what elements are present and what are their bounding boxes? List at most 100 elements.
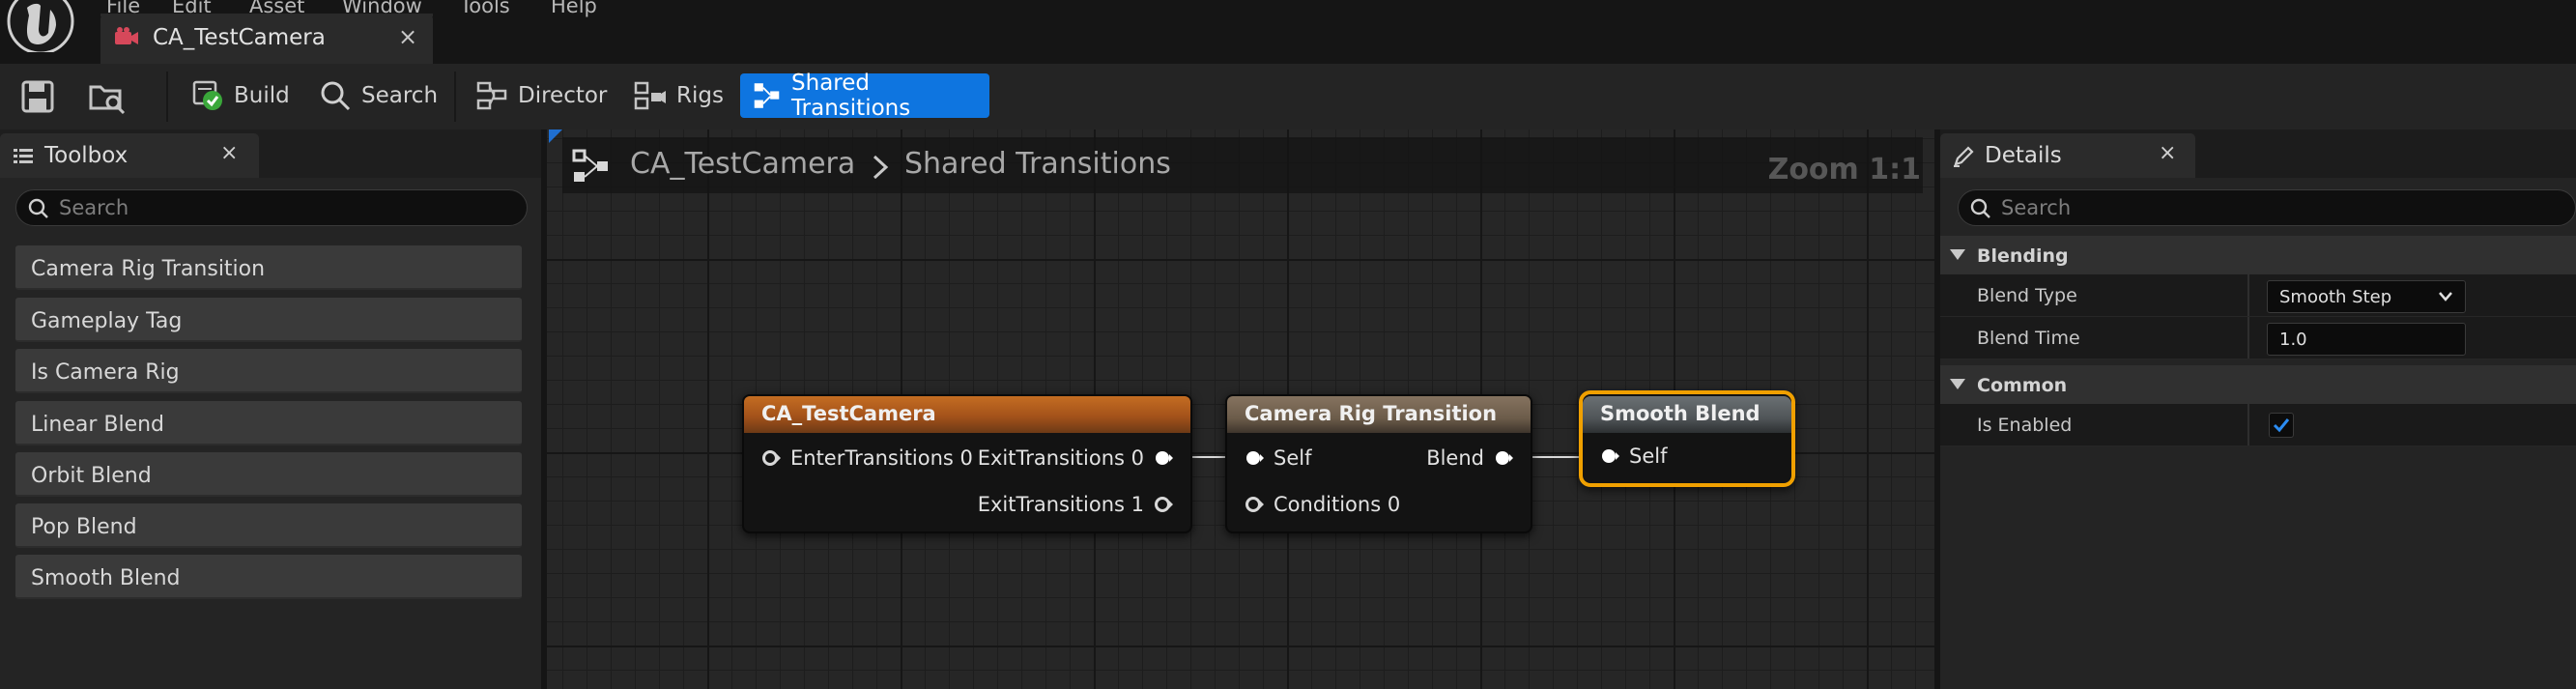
property-column-divider[interactable] [2247, 317, 2249, 359]
pin-exit-transitions-0[interactable]: ExitTransitions 0 [978, 446, 1173, 470]
pin-exit-transitions-1-label: ExitTransitions 1 [977, 493, 1144, 516]
search-icon [28, 198, 48, 218]
category-common-label: Common [1977, 375, 2068, 396]
pin-self[interactable]: Self [1245, 446, 1311, 470]
toolbar-separator [454, 72, 456, 122]
pin-smooth-blend-self-label: Self [1629, 445, 1668, 468]
node-camera-asset[interactable]: CA_TestCamera EnterTransitions 0 ExitTra… [742, 394, 1192, 533]
graph-canvas[interactable]: CA_TestCamera Shared Transitions Zoom 1:… [547, 129, 1934, 689]
toolbar: Build Search Director Rigs Shared Transi… [0, 64, 2576, 129]
browse-to-asset-icon[interactable] [87, 77, 128, 116]
camera-asset-icon [115, 27, 138, 44]
category-common[interactable]: Common [1940, 365, 2576, 404]
node-smooth-blend[interactable]: Smooth Blend Self [1579, 390, 1795, 487]
property-blend-type: Blend Type Smooth Step [1940, 274, 2576, 317]
tab-accent [100, 14, 433, 16]
toolbox-body: Camera Rig Transition Gameplay Tag Is Ca… [0, 178, 541, 689]
toolbox-item-smooth-blend[interactable]: Smooth Blend [15, 555, 522, 599]
director-button[interactable]: Director [464, 73, 618, 118]
document-tab[interactable]: CA_TestCamera × [100, 14, 433, 64]
toolbar-separator [166, 72, 168, 122]
document-tab-label: CA_TestCamera [153, 25, 326, 50]
pin-enter-transitions[interactable]: EnterTransitions 0 [761, 446, 973, 470]
node-smooth-blend-title: Smooth Blend [1583, 396, 1791, 433]
graph-breadcrumb-bar: CA_TestCamera Shared Transitions Zoom 1:… [562, 137, 1923, 193]
shared-transitions-icon [754, 83, 780, 108]
pin-connector-icon [1155, 497, 1173, 512]
shared-transitions-icon [572, 149, 608, 182]
property-column-divider[interactable] [2247, 274, 2249, 316]
category-blending-label: Blending [1977, 245, 2069, 267]
director-icon [476, 81, 507, 110]
toolbox-close-icon[interactable]: × [220, 141, 238, 165]
search-button-label: Search [361, 83, 439, 108]
details-tab[interactable]: Details × [1940, 133, 2195, 178]
category-blending[interactable]: Blending [1940, 236, 2576, 274]
list-icon [14, 149, 33, 163]
toolbox-item-is-camera-rig[interactable]: Is Camera Rig [15, 349, 522, 393]
toolbox-item-gameplay-tag[interactable]: Gameplay Tag [15, 298, 522, 342]
title-bar: File Edit Asset Window Tools Help CA_Tes… [0, 0, 2576, 64]
pin-self-label: Self [1274, 446, 1312, 470]
pin-connector-icon [762, 450, 781, 466]
blend-time-field[interactable]: 1.0 [2267, 323, 2466, 356]
breadcrumb-current-graph[interactable]: Shared Transitions [904, 147, 1171, 181]
toolbox-item-linear-blend[interactable]: Linear Blend [15, 401, 522, 445]
toolbox-item-orbit-blend[interactable]: Orbit Blend [15, 452, 522, 497]
build-check-icon [192, 80, 222, 110]
pin-enter-transitions-label: EnterTransitions 0 [790, 446, 973, 470]
document-tab-close-icon[interactable]: × [398, 23, 417, 50]
breadcrumb-asset[interactable]: CA_TestCamera [630, 147, 855, 181]
property-blend-time-name: Blend Time [1977, 328, 2080, 349]
menu-tools[interactable]: Tools [460, 0, 510, 17]
director-button-label: Director [518, 83, 608, 108]
unreal-engine-logo-icon[interactable] [6, 0, 77, 52]
search-icon [321, 81, 351, 111]
pin-exit-transitions-0-label: ExitTransitions 0 [977, 446, 1144, 470]
expand-triangle-icon [1950, 249, 1965, 260]
save-icon[interactable] [17, 77, 58, 116]
is-enabled-checkbox[interactable] [2269, 413, 2294, 438]
pin-smooth-blend-self[interactable]: Self [1600, 445, 1667, 468]
search-button[interactable]: Search [307, 73, 449, 118]
shared-transitions-button-label: Shared Transitions [791, 71, 911, 121]
zoom-level: Zoom 1:1 [1767, 153, 1921, 187]
shared-transitions-button[interactable]: Shared Transitions [740, 71, 989, 121]
pin-connector-icon [1602, 449, 1619, 463]
toolbox-item-camera-rig-transition[interactable]: Camera Rig Transition [15, 245, 522, 290]
rigs-button[interactable]: Rigs [622, 73, 735, 118]
search-icon [1970, 198, 1990, 218]
menu-help[interactable]: Help [551, 0, 597, 17]
graph-corner-marker [549, 129, 562, 143]
toolbox-search-input[interactable] [59, 194, 511, 221]
rigs-button-label: Rigs [676, 83, 724, 108]
pin-conditions[interactable]: Conditions 0 [1245, 493, 1400, 516]
pin-exit-transitions-1[interactable]: ExitTransitions 1 [978, 493, 1173, 516]
toolbox-title: Toolbox [44, 143, 129, 168]
node-camera-rig-transition-title: Camera Rig Transition [1227, 396, 1531, 433]
node-camera-asset-title: CA_TestCamera [744, 396, 1190, 433]
pin-connector-icon [1496, 451, 1513, 465]
details-search-input[interactable] [2001, 194, 2560, 221]
toolbox-tab[interactable]: Toolbox × [0, 133, 259, 178]
details-panel: Details × Blending Blend Type Smooth Ste… [1940, 129, 2576, 689]
chevron-right-icon [873, 155, 889, 180]
details-close-icon[interactable]: × [2159, 141, 2176, 165]
pin-connector-icon [1245, 497, 1264, 512]
property-column-divider[interactable] [2247, 404, 2249, 445]
build-button-label: Build [234, 83, 290, 108]
toolbox-search[interactable] [15, 189, 528, 226]
checkmark-icon [2273, 418, 2290, 433]
expand-triangle-icon [1950, 379, 1965, 389]
details-search[interactable] [1958, 189, 2576, 226]
pin-blend[interactable]: Blend [1426, 446, 1513, 470]
property-is-enabled-name: Is Enabled [1977, 415, 2073, 436]
details-body: Blending Blend Type Smooth Step Blend Ti… [1940, 178, 2576, 689]
pin-blend-label: Blend [1426, 446, 1484, 470]
blend-type-dropdown[interactable]: Smooth Step [2267, 280, 2466, 313]
toolbox-item-pop-blend[interactable]: Pop Blend [15, 503, 522, 548]
toolbox-panel: Toolbox × Camera Rig Transition Gameplay… [0, 129, 541, 689]
property-blend-time: Blend Time 1.0 [1940, 317, 2576, 359]
build-button[interactable]: Build [180, 73, 301, 118]
node-camera-rig-transition[interactable]: Camera Rig Transition Self Blend Conditi… [1225, 394, 1532, 533]
